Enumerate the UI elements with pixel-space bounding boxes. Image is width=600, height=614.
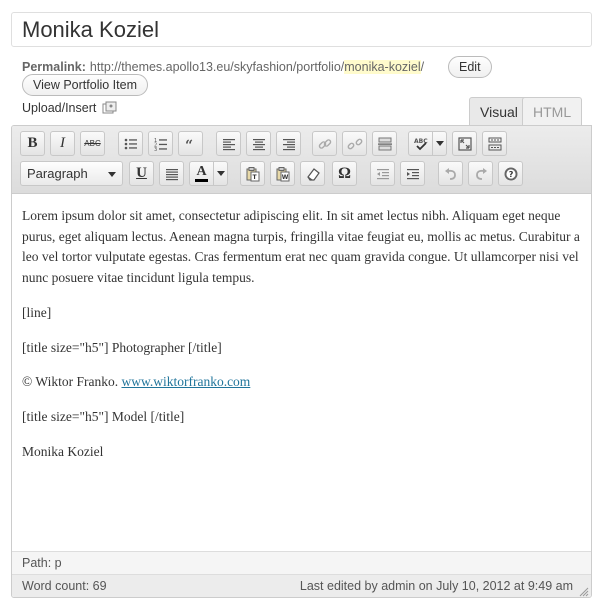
justify-icon[interactable] — [159, 161, 184, 186]
chevron-down-icon — [435, 141, 444, 146]
format-select[interactable]: Paragraph — [20, 161, 123, 186]
link-icon[interactable] — [312, 131, 337, 156]
editor-toolbar: B I ABC 123 “ ABC Paragraph U A T W Ω ? — [12, 126, 591, 194]
content-credit: © Wiktor Franko. www.wiktorfranko.com — [22, 372, 581, 393]
align-right-icon[interactable] — [276, 131, 301, 156]
fullscreen-icon[interactable] — [452, 131, 477, 156]
svg-text:W: W — [281, 174, 288, 181]
spellcheck-dropdown[interactable] — [433, 131, 447, 156]
content-paragraph: Lorem ipsum dolor sit amet, consectetur … — [22, 208, 580, 286]
undo-icon[interactable] — [438, 161, 463, 186]
bullet-list-icon[interactable] — [118, 131, 143, 156]
post-title-input[interactable]: Monika Koziel — [11, 12, 592, 47]
paste-text-icon[interactable]: T — [240, 161, 265, 186]
text-color-icon[interactable]: A — [189, 161, 214, 186]
last-edited: Last edited by admin on July 10, 2012 at… — [299, 579, 573, 593]
help-icon[interactable]: ? — [498, 161, 523, 186]
bold-icon[interactable]: B — [20, 131, 45, 156]
permalink-label: Permalink: — [22, 60, 86, 74]
text-color-dropdown[interactable] — [214, 161, 228, 186]
numbered-list-icon[interactable]: 123 — [148, 131, 173, 156]
align-center-icon[interactable] — [246, 131, 271, 156]
status-bar: Word count: 69 Last edited by admin on J… — [12, 574, 591, 597]
outdent-icon[interactable] — [370, 161, 395, 186]
path-value[interactable]: p — [55, 556, 62, 570]
indent-icon[interactable] — [400, 161, 425, 186]
permalink-url-base: http://themes.apollo13.eu/skyfashion/por… — [89, 60, 345, 74]
unlink-icon[interactable] — [342, 131, 367, 156]
align-left-icon[interactable] — [216, 131, 241, 156]
paste-word-icon[interactable]: W — [270, 161, 295, 186]
svg-text:?: ? — [508, 170, 513, 179]
media-icon[interactable] — [102, 101, 118, 115]
content-model-name: Monika Koziel — [22, 443, 104, 459]
redo-icon[interactable] — [468, 161, 493, 186]
tab-html[interactable]: HTML — [522, 97, 583, 125]
permalink-slug[interactable]: monika-koziel — [344, 60, 421, 74]
editor: B I ABC 123 “ ABC Paragraph U A T W Ω ? … — [11, 125, 592, 598]
upload-insert: Upload/Insert — [22, 101, 118, 115]
strikethrough-icon[interactable]: ABC — [80, 131, 105, 156]
chevron-down-icon — [108, 172, 116, 177]
svg-text:3: 3 — [154, 147, 157, 152]
content-title-photographer: [title size="h5"] Photographer [/title] — [22, 339, 222, 355]
tab-visual[interactable]: Visual — [469, 97, 529, 127]
editor-content[interactable]: Lorem ipsum dolor sit amet, consectetur … — [12, 194, 591, 550]
upload-insert-label: Upload/Insert — [22, 101, 97, 115]
chevron-down-icon — [216, 171, 225, 176]
kitchen-sink-icon[interactable] — [482, 131, 507, 156]
credit-text: © Wiktor Franko. — [22, 374, 122, 390]
edit-permalink-button[interactable]: Edit — [448, 56, 492, 78]
word-count-label: Word count: — [22, 579, 90, 593]
path-bar: Path: p — [12, 551, 591, 574]
word-count: Word count: 69 — [22, 579, 107, 594]
path-label: Path: — [22, 556, 52, 570]
format-select-value: Paragraph — [27, 166, 88, 181]
text-color-swatch — [195, 178, 208, 182]
content-title-model: [title size="h5"] Model [/title] — [22, 408, 185, 424]
permalink-trailing: / — [420, 60, 425, 74]
view-portfolio-item-button[interactable]: View Portfolio Item — [22, 74, 148, 96]
resize-handle-icon[interactable] — [579, 585, 589, 597]
word-count-value: 69 — [92, 579, 107, 593]
svg-text:“: “ — [185, 138, 193, 152]
blockquote-icon[interactable]: “ — [178, 131, 203, 156]
more-tag-icon[interactable] — [372, 131, 397, 156]
special-char-icon[interactable]: Ω — [332, 161, 357, 186]
underline-icon[interactable]: U — [129, 161, 154, 186]
text-color-glyph: A — [196, 163, 207, 179]
italic-icon[interactable]: I — [50, 131, 75, 156]
credit-link[interactable]: www.wiktorfranko.com — [121, 374, 250, 389]
clear-formatting-icon[interactable] — [300, 161, 325, 186]
spellcheck-icon[interactable]: ABC — [408, 131, 433, 156]
content-line-shortcode: [line] — [22, 304, 52, 320]
